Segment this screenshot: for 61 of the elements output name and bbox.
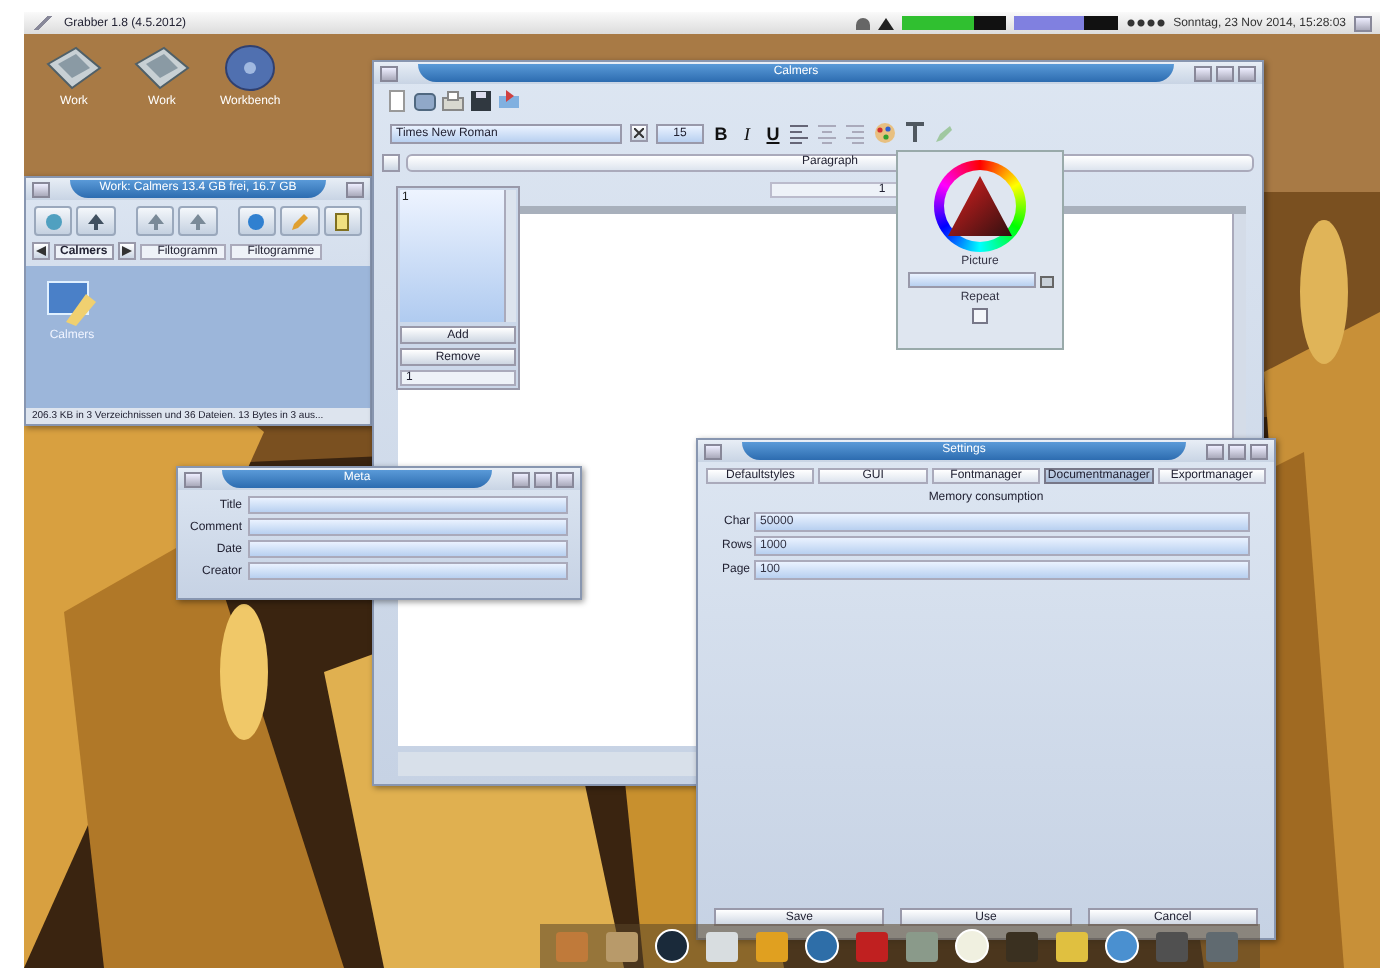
text-color-icon[interactable]: [904, 122, 926, 144]
toolbar-button[interactable]: [178, 206, 218, 236]
app-icon[interactable]: [652, 928, 692, 964]
close-icon[interactable]: [380, 65, 398, 81]
input-field[interactable]: [248, 562, 568, 580]
close-icon[interactable]: [184, 471, 202, 487]
font-dropdown-button[interactable]: [630, 124, 648, 142]
close-icon[interactable]: [32, 181, 50, 197]
align-center-icon[interactable]: [818, 123, 838, 143]
picture-field[interactable]: [907, 272, 1035, 288]
color-wheel[interactable]: [934, 160, 1026, 252]
status-dots-icon: [1125, 18, 1166, 28]
depth-icon[interactable]: [1238, 65, 1256, 81]
back-button[interactable]: [32, 242, 50, 260]
export-icon[interactable]: [498, 90, 520, 112]
folder-icon[interactable]: [1039, 273, 1053, 287]
app-icon[interactable]: [1052, 928, 1092, 964]
vertical-scrollbar[interactable]: [504, 190, 516, 322]
up-arrow-icon: [86, 211, 107, 231]
toolbar-button[interactable]: [323, 206, 363, 236]
app-icon[interactable]: [952, 928, 992, 964]
color-triangle[interactable]: [946, 174, 1014, 238]
note-icon: [332, 211, 353, 231]
align-left-icon[interactable]: [790, 123, 810, 143]
new-document-icon[interactable]: [386, 90, 408, 112]
iconify-icon[interactable]: [1194, 65, 1212, 81]
up-arrow-icon: [188, 211, 209, 231]
input-field[interactable]: [248, 496, 568, 514]
depth-icon[interactable]: [346, 181, 364, 197]
format-button[interactable]: U: [764, 123, 782, 143]
format-button[interactable]: B: [712, 123, 730, 143]
toggle-button[interactable]: [382, 154, 400, 172]
depth-icon[interactable]: [1354, 15, 1372, 31]
disc-icon[interactable]: [220, 44, 281, 92]
up-arrow-icon: [145, 211, 166, 231]
document-icon[interactable]: [46, 278, 98, 326]
pencil-icon: [289, 211, 310, 231]
depth-icon[interactable]: [556, 471, 574, 487]
toolbar-button[interactable]: [76, 206, 116, 236]
cross-icon: [634, 128, 644, 138]
iconify-icon[interactable]: [512, 471, 530, 487]
align-right-icon[interactable]: [846, 123, 866, 143]
zoom-icon[interactable]: [1228, 443, 1246, 459]
palette-icon[interactable]: [874, 122, 896, 144]
input-field[interactable]: [248, 518, 568, 536]
repeat-checkbox[interactable]: [972, 308, 988, 324]
format-button[interactable]: I: [738, 123, 756, 143]
iconify-icon[interactable]: [1206, 443, 1224, 459]
close-icon[interactable]: [704, 443, 722, 459]
input-field[interactable]: [248, 540, 568, 558]
zoom-icon[interactable]: [534, 471, 552, 487]
forward-button[interactable]: [117, 242, 136, 260]
marker-icon[interactable]: [934, 123, 954, 143]
save-icon[interactable]: [470, 90, 492, 112]
app-icon[interactable]: [802, 928, 842, 964]
app-icon[interactable]: [1102, 928, 1142, 964]
depth-icon[interactable]: [1250, 443, 1268, 459]
right-arrow-icon: [121, 246, 132, 256]
toolbar-button[interactable]: [237, 206, 277, 236]
zoom-icon[interactable]: [1216, 65, 1234, 81]
left-arrow-icon: [36, 246, 46, 256]
